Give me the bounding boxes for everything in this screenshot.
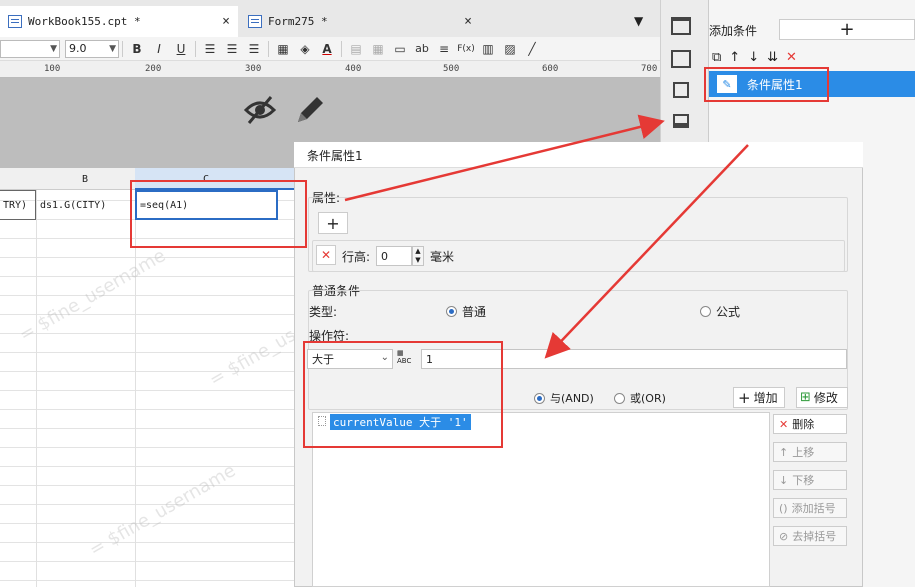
arrow-to-strip bbox=[344, 114, 665, 202]
annotation-arrows bbox=[344, 114, 749, 359]
arrow-to-condition bbox=[544, 144, 749, 359]
